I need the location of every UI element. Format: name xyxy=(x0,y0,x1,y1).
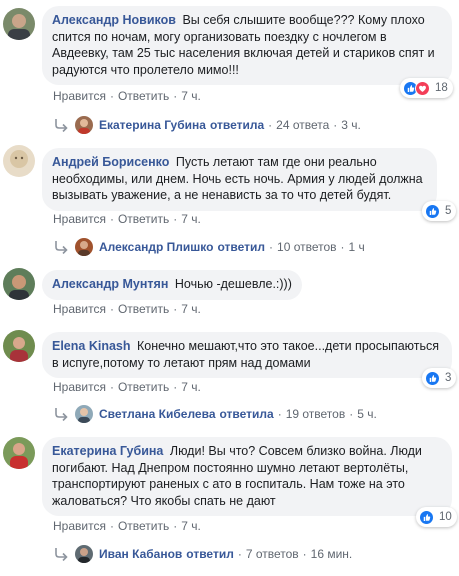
avatar-image xyxy=(3,437,35,469)
comment-bubble: Александр Мунтян Ночью -дешевле.:))) xyxy=(42,270,302,300)
reply-count: 24 ответа xyxy=(276,118,330,132)
separator: · xyxy=(277,407,282,421)
avatar-image xyxy=(3,145,35,177)
reply-time: 16 мин. xyxy=(310,547,353,561)
reply-verb: ответила xyxy=(209,118,265,132)
avatar-image xyxy=(3,268,35,300)
reply-link[interactable]: Ответить xyxy=(118,212,169,226)
comment-actions: Нравится · Ответить · 7 ч. xyxy=(53,89,201,103)
reactions-badge[interactable]: 5 xyxy=(422,201,457,221)
reactions-count: 5 xyxy=(445,205,452,217)
reply-link[interactable]: Ответить xyxy=(118,89,169,103)
comment-author[interactable]: Екатерина Губина xyxy=(52,444,163,458)
separator: · xyxy=(109,302,114,316)
reply-count: 19 ответов xyxy=(285,407,346,421)
reply-verb: ответила xyxy=(219,407,274,421)
separator: · xyxy=(109,89,114,103)
reply-link[interactable]: Ответить xyxy=(118,519,169,533)
like-link[interactable]: Нравится xyxy=(53,519,106,533)
comment-text: Ночью -дешевле.:))) xyxy=(174,277,292,291)
avatar-image xyxy=(3,330,35,362)
reply-avatar xyxy=(75,405,93,423)
reply-verb: ответил xyxy=(217,240,266,254)
avatar-image xyxy=(3,8,35,40)
separator: · xyxy=(333,118,338,132)
reply-arrow-icon xyxy=(53,118,69,132)
separator: · xyxy=(173,380,178,394)
separator: · xyxy=(340,240,345,254)
reply-link[interactable]: Ответить xyxy=(118,302,169,316)
reply-author: Александр Плишко xyxy=(99,240,214,254)
separator: · xyxy=(237,547,242,561)
thumbs-up-icon xyxy=(419,509,434,525)
reply-link[interactable]: Ответить xyxy=(118,380,169,394)
separator: · xyxy=(269,240,274,254)
reply-arrow-icon xyxy=(53,240,69,254)
reply-avatar xyxy=(75,238,93,256)
replies-link[interactable]: Екатерина Губина ответила · 24 ответа · 3 ч… xyxy=(53,116,361,134)
comment-author[interactable]: Elena Kinash xyxy=(52,339,131,353)
timestamp[interactable]: 7 ч. xyxy=(181,89,201,103)
avatar[interactable] xyxy=(3,268,35,300)
replies-link[interactable]: Александр Плишко ответил · 10 ответов · 1 ч xyxy=(53,238,365,256)
comment-author[interactable]: Андрей Борисенко xyxy=(52,155,169,169)
replies-link[interactable]: Светлана Кибелева ответила · 19 ответов · 5… xyxy=(53,405,377,423)
separator: · xyxy=(109,212,114,226)
like-link[interactable]: Нравится xyxy=(53,89,106,103)
timestamp[interactable]: 7 ч. xyxy=(181,302,201,316)
avatar[interactable] xyxy=(3,437,35,469)
separator: · xyxy=(173,89,178,103)
reactions-count: 18 xyxy=(435,82,448,94)
comment-bubble: Екатерина Губина Люди! Вы что? Совсем бл… xyxy=(42,437,452,516)
separator: · xyxy=(302,547,307,561)
reply-author: Екатерина Губина xyxy=(99,118,206,132)
reply-author: Иван Кабанов xyxy=(99,547,183,561)
reactions-count: 3 xyxy=(445,372,452,384)
separator: · xyxy=(349,407,354,421)
comment-actions: Нравится · Ответить · 7 ч. xyxy=(53,380,201,394)
like-link[interactable]: Нравится xyxy=(53,212,106,226)
reactions-badge[interactable]: 3 xyxy=(422,368,457,388)
reply-avatar xyxy=(75,116,93,134)
replies-link[interactable]: Иван Кабанов ответил · 7 ответов · 16 мин. xyxy=(53,545,352,563)
reactions-count: 10 xyxy=(439,511,452,523)
reply-arrow-icon xyxy=(53,547,69,561)
avatar[interactable] xyxy=(3,145,35,177)
comment-actions: Нравится · Ответить · 7 ч. xyxy=(53,302,201,316)
comment-author[interactable]: Александр Мунтян xyxy=(52,277,168,291)
comment-actions: Нравится · Ответить · 7 ч. xyxy=(53,519,201,533)
reactions-badge[interactable]: 18 xyxy=(400,78,453,98)
avatar[interactable] xyxy=(3,330,35,362)
reply-count: 7 ответов xyxy=(245,547,299,561)
separator: · xyxy=(173,519,178,533)
reply-arrow-icon xyxy=(53,407,69,421)
separator: · xyxy=(173,302,178,316)
separator: · xyxy=(173,212,178,226)
reply-avatar xyxy=(75,545,93,563)
reply-time: 1 ч xyxy=(348,240,365,254)
comment-bubble: Александр Новиков Вы себя слышите вообще… xyxy=(42,6,452,85)
thumbs-up-icon xyxy=(425,203,440,219)
heart-icon xyxy=(415,80,430,96)
timestamp[interactable]: 7 ч. xyxy=(181,212,201,226)
separator: · xyxy=(109,519,114,533)
like-link[interactable]: Нравится xyxy=(53,302,106,316)
reply-time: 3 ч. xyxy=(341,118,361,132)
separator: · xyxy=(109,380,114,394)
reactions-badge[interactable]: 10 xyxy=(416,507,457,527)
like-link[interactable]: Нравится xyxy=(53,380,106,394)
reply-verb: ответил xyxy=(186,547,234,561)
comment-actions: Нравится · Ответить · 7 ч. xyxy=(53,212,201,226)
comment-bubble: Elena Kinash Конечно мешают,что это тако… xyxy=(42,332,452,378)
separator: · xyxy=(268,118,273,132)
timestamp[interactable]: 7 ч. xyxy=(181,519,201,533)
timestamp[interactable]: 7 ч. xyxy=(181,380,201,394)
avatar[interactable] xyxy=(3,8,35,40)
thumbs-up-icon xyxy=(425,370,440,386)
reply-time: 5 ч. xyxy=(357,407,377,421)
comment-bubble: Андрей Борисенко Пусть летают там где он… xyxy=(42,148,437,211)
reply-author: Светлана Кибелева xyxy=(99,407,216,421)
reply-count: 10 ответов xyxy=(277,240,337,254)
comment-author[interactable]: Александр Новиков xyxy=(52,13,176,27)
